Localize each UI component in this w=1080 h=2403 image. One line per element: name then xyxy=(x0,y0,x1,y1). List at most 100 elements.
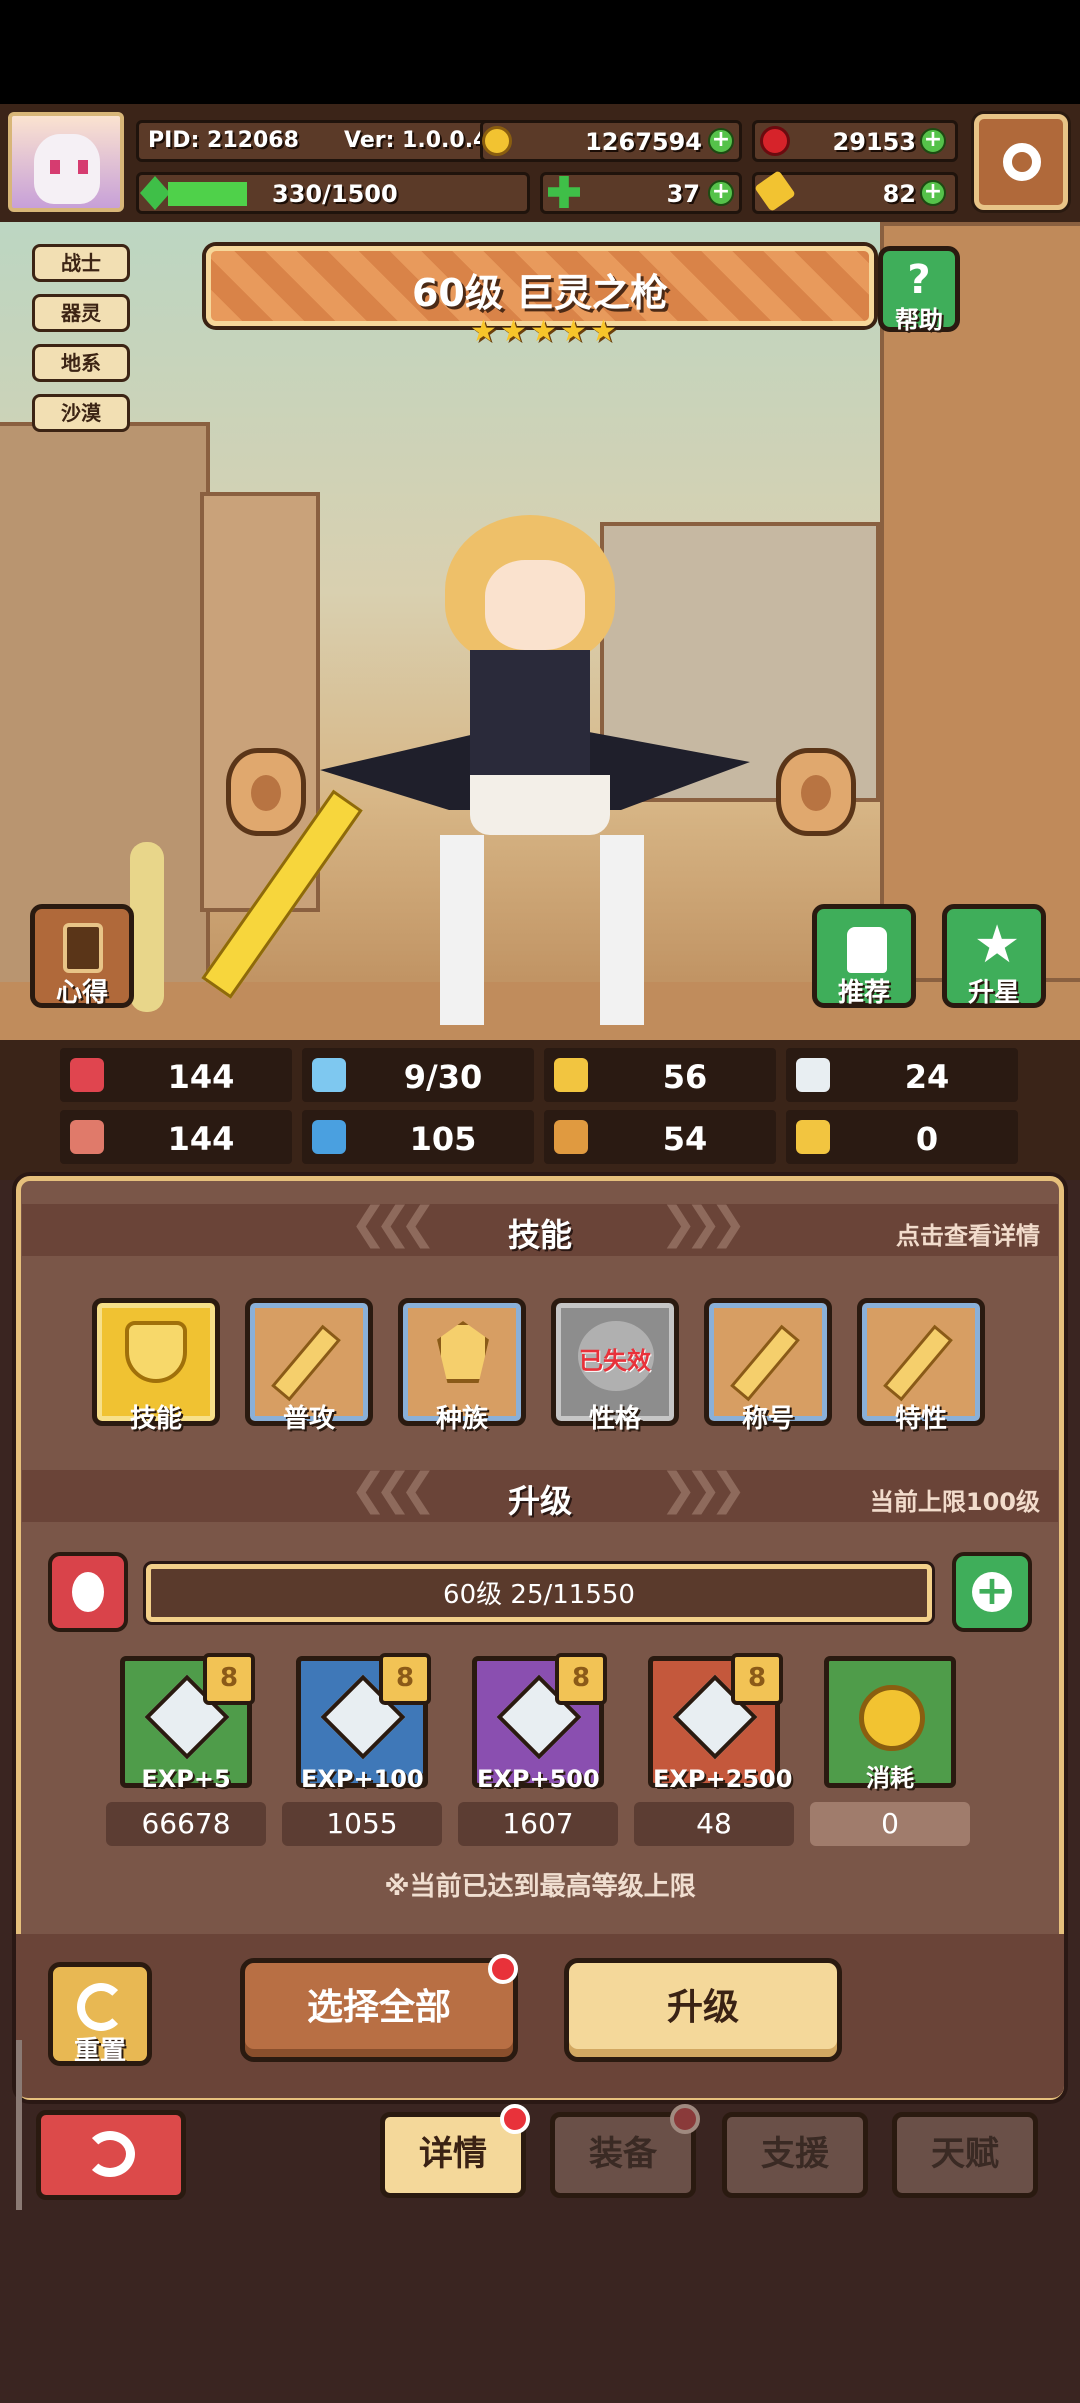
tag-type[interactable]: 器灵 xyxy=(32,294,130,332)
exp-item-slot[interactable]: 8 EXP+2500 xyxy=(648,1653,792,1793)
stat-box: 24 xyxy=(786,1048,1018,1102)
hero-skirt xyxy=(470,775,610,835)
exp-item-slot[interactable]: 消耗 xyxy=(824,1656,956,1792)
exp-item-slot[interactable]: 8 EXP+5 xyxy=(120,1653,255,1793)
exp-item-count: 1055 xyxy=(282,1802,442,1846)
stat-box: 105 xyxy=(302,1110,534,1164)
star-icon: ★ xyxy=(470,314,497,349)
add-key-button[interactable]: + xyxy=(920,180,946,206)
settings-button[interactable] xyxy=(974,114,1068,210)
stat-value: 56 xyxy=(662,1058,708,1096)
reset-icon xyxy=(77,1983,125,2031)
skill-slot[interactable]: 称号 xyxy=(704,1298,832,1434)
level-up-button[interactable]: + xyxy=(952,1552,1032,1632)
shield-icon xyxy=(554,1058,588,1092)
skills-hint[interactable]: 点击查看详情 xyxy=(896,1216,1040,1251)
upgrade-button[interactable]: 升级 xyxy=(564,1958,842,2062)
star-icon: ★ xyxy=(973,915,1021,975)
exp-item-slot[interactable]: 8 EXP+500 xyxy=(472,1653,607,1793)
level-down-button[interactable] xyxy=(48,1552,128,1632)
stat-box: 56 xyxy=(544,1048,776,1102)
stat-value: 144 xyxy=(167,1058,235,1096)
tag-terrain[interactable]: 沙漠 xyxy=(32,394,130,432)
add-gem-button[interactable]: + xyxy=(920,128,946,154)
stat-value: 54 xyxy=(662,1120,708,1158)
tab-talent[interactable]: 天赋 xyxy=(892,2112,1038,2198)
skill-slot[interactable]: 特性 xyxy=(857,1298,985,1434)
crest-icon xyxy=(437,1321,489,1383)
star-icon: ★ xyxy=(590,314,617,349)
stat-box: 9/30 xyxy=(302,1048,534,1102)
level-cap-hint: 当前上限100级 xyxy=(869,1488,1040,1516)
magnet-icon xyxy=(796,1120,830,1154)
avatar-face xyxy=(34,134,100,204)
item-badge: 8 xyxy=(379,1653,431,1705)
sword-icon xyxy=(883,1324,953,1402)
notification-dot xyxy=(488,1954,518,1984)
exp-item-label: EXP+500 xyxy=(477,1765,600,1793)
fist-icon xyxy=(70,1120,104,1154)
tag-class[interactable]: 战士 xyxy=(32,244,130,282)
avatar-eye xyxy=(78,160,88,174)
cliff-right xyxy=(880,222,1080,982)
item-badge: 8 xyxy=(555,1653,607,1705)
question-icon: ? xyxy=(907,257,931,303)
hero-body xyxy=(470,650,590,790)
exp-item-count: 48 xyxy=(634,1802,794,1846)
energy-fill xyxy=(168,182,247,206)
skill-slot[interactable]: 普攻 xyxy=(245,1298,373,1434)
exp-item-count: 0 xyxy=(810,1802,970,1846)
stat-box: 54 xyxy=(544,1110,776,1164)
scroll-icon xyxy=(63,923,103,973)
player-avatar[interactable] xyxy=(8,112,124,212)
notification-dot xyxy=(670,2104,700,2134)
recommend-button[interactable]: 推荐 xyxy=(812,904,916,1008)
skill-slot[interactable]: 技能 xyxy=(92,1298,220,1434)
energy-value: 330/1500 xyxy=(272,180,398,208)
disabled-overlay: 已失效 xyxy=(579,1347,651,1375)
add-clover-button[interactable]: + xyxy=(708,180,734,206)
prev-hero-button[interactable] xyxy=(226,748,306,836)
insight-button[interactable]: 心得 xyxy=(30,904,134,1008)
hero-face xyxy=(485,560,585,650)
help-label: 帮助 xyxy=(895,306,943,334)
skill-label: 技能 xyxy=(129,1404,182,1434)
select-all-button[interactable]: 选择全部 xyxy=(240,1958,518,2062)
return-arrow-icon xyxy=(85,2131,135,2177)
key-value: 82 xyxy=(882,180,916,208)
stat-box: 144 xyxy=(60,1048,292,1102)
cactus xyxy=(130,842,164,1012)
help-button[interactable]: ? 帮助 xyxy=(878,246,960,334)
tag-element[interactable]: 地系 xyxy=(32,344,130,382)
hero-leg xyxy=(440,835,484,1025)
tab-support[interactable]: 支援 xyxy=(722,2112,868,2198)
exp-item-label: 消耗 xyxy=(866,1764,914,1792)
skill-slot[interactable]: 种族 xyxy=(398,1298,526,1434)
add-gold-button[interactable]: + xyxy=(708,128,734,154)
heart-icon xyxy=(70,1058,104,1092)
book-icon xyxy=(312,1120,346,1154)
gear-icon xyxy=(1003,143,1041,181)
reset-label: 重置 xyxy=(73,2036,126,2066)
avatar-eye xyxy=(50,160,60,174)
next-hero-button[interactable] xyxy=(776,748,856,836)
skill-slot[interactable]: 已失效 性格 xyxy=(551,1298,679,1434)
insight-label: 心得 xyxy=(55,978,108,1008)
exp-item-slot[interactable]: 8 EXP+100 xyxy=(296,1653,431,1793)
water-drop-icon xyxy=(312,1058,346,1092)
stat-box: 144 xyxy=(60,1110,292,1164)
heart-shield-icon xyxy=(125,1321,187,1383)
scrollbar[interactable] xyxy=(16,2040,22,2210)
hero-leg xyxy=(600,835,644,1025)
back-button[interactable] xyxy=(36,2110,186,2200)
skill-label: 称号 xyxy=(741,1404,794,1434)
hero-title: 60级 巨灵之枪 xyxy=(411,271,669,315)
exp-item-label: EXP+2500 xyxy=(653,1765,793,1793)
clover-value: 37 xyxy=(666,180,700,208)
reset-button[interactable]: 重置 xyxy=(48,1962,152,2066)
stat-value: 105 xyxy=(409,1120,477,1158)
skill-label: 种族 xyxy=(435,1404,488,1434)
star-up-button[interactable]: ★ 升星 xyxy=(942,904,1046,1008)
sword-icon xyxy=(730,1324,800,1402)
stat-value: 24 xyxy=(904,1058,950,1096)
